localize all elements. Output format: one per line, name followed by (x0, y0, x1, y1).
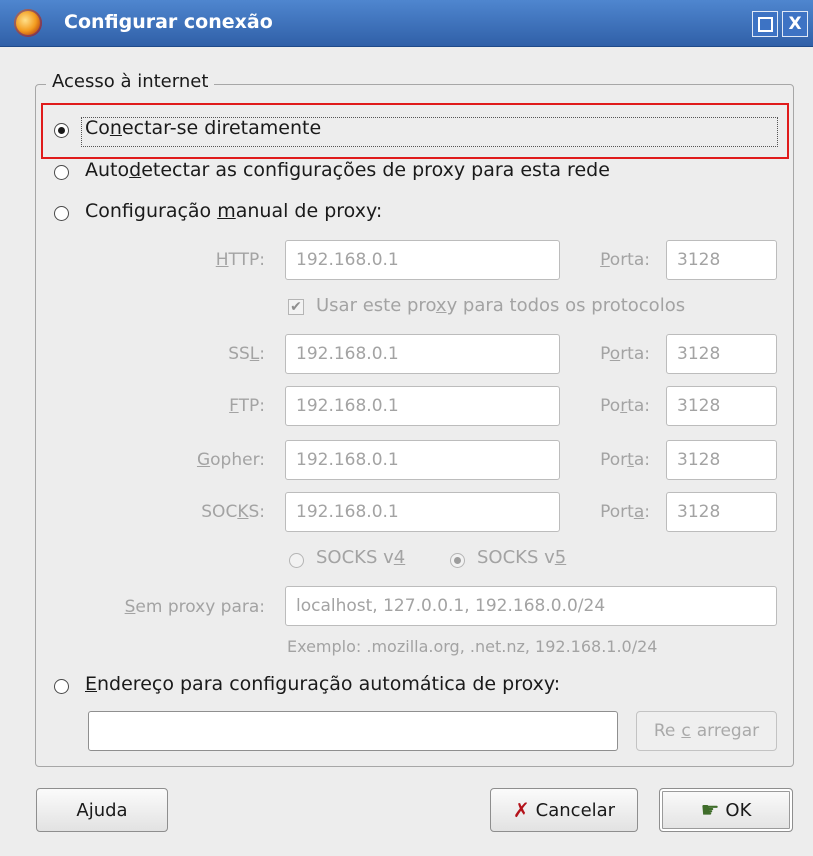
help-button[interactable]: Ajuda (36, 788, 168, 832)
ok-label: OK (725, 799, 752, 821)
socks-v4-radio[interactable] (289, 553, 304, 568)
ftp-label: FTP: (229, 396, 265, 416)
ftp-proxy-input[interactable]: 192.168.0.1 (285, 386, 560, 426)
http-port-label: Porta: (600, 250, 650, 270)
help-label: Ajuda (76, 799, 128, 821)
firefox-icon (14, 9, 42, 37)
auto-config-url-input[interactable] (88, 711, 618, 751)
no-proxy-example: Exemplo: .mozilla.org, .net.nz, 192.168.… (287, 637, 658, 656)
manual-proxy-radio[interactable] (54, 206, 69, 221)
socks-v5-radio[interactable] (450, 553, 465, 568)
no-proxy-input[interactable]: localhost, 127.0.0.1, 192.168.0.0/24 (285, 586, 777, 626)
direct-connection-radio[interactable] (54, 123, 69, 138)
socks-port-label: Porta: (600, 502, 650, 522)
auto-config-label[interactable]: Endereço para configuração automática de… (85, 673, 560, 695)
http-label: HTTP: (215, 250, 265, 270)
ftp-port-input[interactable]: 3128 (666, 386, 777, 426)
auto-config-radio[interactable] (54, 679, 69, 694)
http-port-input[interactable]: 3128 (666, 240, 777, 280)
socks-port-input[interactable]: 3128 (666, 492, 777, 532)
direct-connection-label[interactable]: Conectar-se diretamente (85, 117, 321, 139)
ok-hand-icon: ☛ (700, 798, 720, 822)
cancel-label: Cancelar (535, 799, 616, 821)
maximize-button[interactable] (752, 11, 778, 37)
auto-detect-radio[interactable] (54, 165, 69, 180)
socks-proxy-input[interactable]: 192.168.0.1 (285, 492, 560, 532)
gopher-port-input[interactable]: 3128 (666, 440, 777, 480)
gopher-proxy-input[interactable]: 192.168.0.1 (285, 440, 560, 480)
group-label: Acesso à internet (46, 71, 215, 92)
ssl-proxy-input[interactable]: 192.168.0.1 (285, 334, 560, 374)
close-icon: X (788, 13, 802, 34)
cancel-button[interactable]: ✗ Cancelar (490, 788, 638, 832)
gopher-label: Gopher: (196, 450, 265, 470)
socks-label: SOCKS: (201, 502, 265, 522)
no-proxy-label: Sem proxy para: (124, 597, 265, 617)
socks-v5-label[interactable]: SOCKS v5 (477, 547, 566, 568)
window-title: Configurar conexão (64, 11, 273, 33)
auto-detect-label[interactable]: Autodetectar as configurações de proxy p… (85, 159, 610, 181)
ssl-port-label: Porta: (600, 344, 650, 364)
manual-proxy-label[interactable]: Configuração manual de proxy: (85, 200, 382, 222)
http-proxy-input[interactable]: 192.168.0.1 (285, 240, 560, 280)
ssl-port-input[interactable]: 3128 (666, 334, 777, 374)
use-for-all-checkbox[interactable]: ✔ (288, 299, 304, 315)
close-button[interactable]: X (782, 11, 808, 37)
maximize-icon (757, 16, 773, 32)
ssl-label: SSL: (228, 344, 265, 364)
cancel-x-icon: ✗ (512, 798, 530, 822)
reload-button[interactable]: Re c arregar (636, 711, 777, 751)
socks-v4-label[interactable]: SOCKS v4 (316, 547, 405, 568)
ok-button[interactable]: ☛ OK (659, 788, 793, 832)
ftp-port-label: Porta: (600, 396, 650, 416)
use-for-all-label[interactable]: Usar este proxy para todos os protocolos (316, 295, 685, 316)
gopher-port-label: Porta: (600, 450, 650, 470)
